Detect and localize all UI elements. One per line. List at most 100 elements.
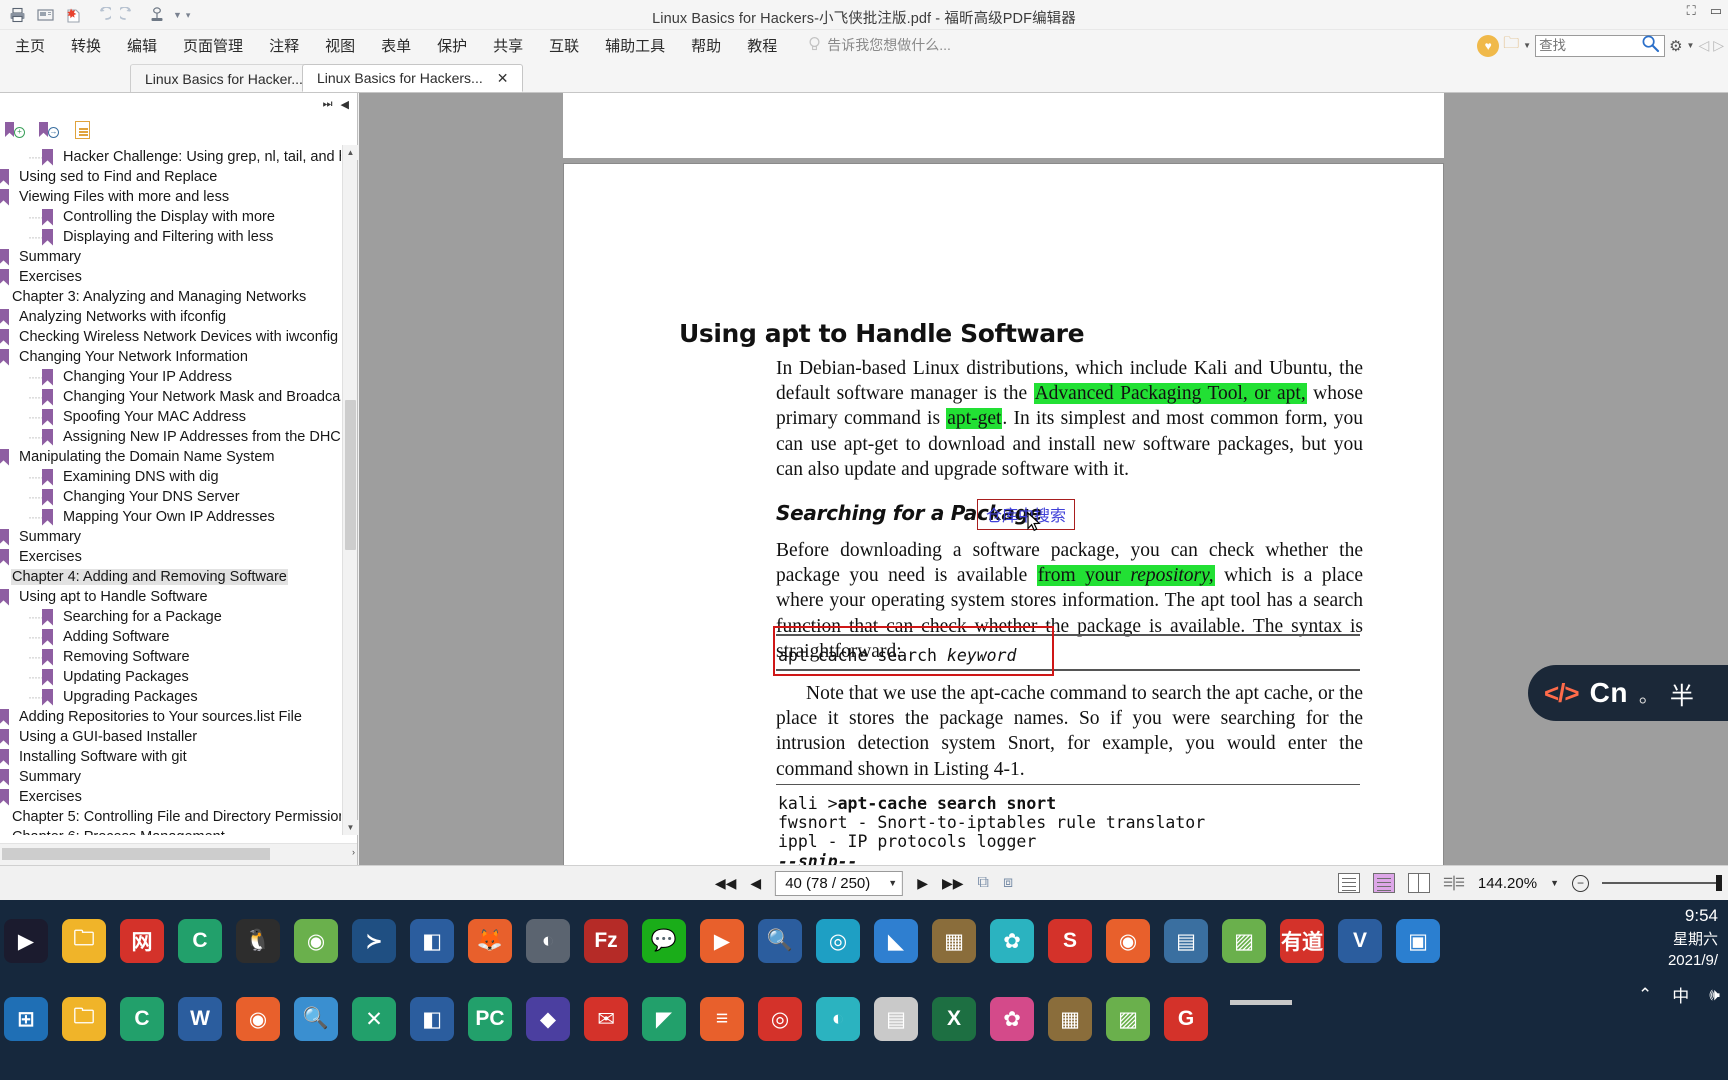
bookmark-item[interactable]: Using a GUI-based Installer xyxy=(0,727,341,747)
bookmark-item[interactable]: Using apt to Handle Software xyxy=(0,587,341,607)
bookmark-item[interactable]: Summary xyxy=(0,247,341,267)
next-page-icon[interactable]: ▶ xyxy=(917,875,928,892)
bookmark-item[interactable]: ····· Upgrading Packages xyxy=(0,687,341,707)
menu-convert[interactable]: 转换 xyxy=(58,33,114,58)
goto-bookmark-icon[interactable]: → xyxy=(39,120,59,140)
bookmark-item[interactable]: ····· Hacker Challenge: Using grep, nl, t… xyxy=(0,147,341,167)
syntax-highlight-box[interactable] xyxy=(773,626,1054,676)
taskbar-app-v[interactable]: V xyxy=(1338,919,1382,963)
document-viewport[interactable]: Using apt to Handle Software In Debian-b… xyxy=(359,93,1728,865)
bookmark-item[interactable]: ····· Adding Software xyxy=(0,627,341,647)
folder-search-icon[interactable]: 🗀 xyxy=(1503,32,1519,59)
menu-view[interactable]: 视图 xyxy=(312,33,368,58)
panel-vertical-scrollbar[interactable]: ▲ ▼ xyxy=(342,145,358,835)
zoom-slider[interactable] xyxy=(1602,875,1722,891)
search-icon[interactable] xyxy=(1641,34,1660,57)
menu-accessibility[interactable]: 辅助工具 xyxy=(592,33,678,58)
taskbar-app-blue[interactable]: ◧ xyxy=(410,919,454,963)
menu-edit[interactable]: 编辑 xyxy=(114,33,170,58)
taskbar-start[interactable]: ▶ xyxy=(4,919,48,963)
gear-icon[interactable]: ⚙ xyxy=(1669,37,1682,55)
tab-document-1[interactable]: Linux Basics for Hacker... xyxy=(130,64,318,92)
bookmark-item[interactable]: ····· Removing Software xyxy=(0,647,341,667)
taskbar2-chrome[interactable]: ◉ xyxy=(236,997,280,1041)
taskbar2-app-c[interactable]: C xyxy=(120,997,164,1041)
bookmark-item[interactable]: Chapter 4: Adding and Removing Software xyxy=(0,567,341,587)
taskbar2-app-circ[interactable]: ◎ xyxy=(758,997,802,1041)
taskbar2-app-purple[interactable]: ◆ xyxy=(526,997,570,1041)
menu-help[interactable]: 帮助 xyxy=(678,33,734,58)
last-page-icon[interactable]: ▶▶ xyxy=(942,875,964,892)
bookmark-item[interactable]: Installing Software with git xyxy=(0,747,341,767)
tell-me-box[interactable]: 告诉我您想做什么... xyxy=(808,35,951,55)
folder-search-caret[interactable]: ▼ xyxy=(1523,41,1531,50)
bookmark-item[interactable]: Chapter 3: Analyzing and Managing Networ… xyxy=(0,287,341,307)
code-icon[interactable]: </> xyxy=(1544,678,1580,709)
first-page-icon[interactable]: ◀◀ xyxy=(715,875,737,892)
menu-connect[interactable]: 互联 xyxy=(536,33,592,58)
fit-page-icon[interactable]: ⧉ xyxy=(978,874,989,892)
ime-punctuation-toggle[interactable]: 。 xyxy=(1639,679,1659,708)
bookmark-list[interactable]: ····· Hacker Challenge: Using grep, nl, t… xyxy=(0,145,341,835)
continuous-view[interactable] xyxy=(1372,873,1395,893)
nav-back-icon[interactable]: ◁ xyxy=(1698,37,1709,54)
taskbar-search[interactable]: 🔍 xyxy=(758,919,802,963)
menu-form[interactable]: 表单 xyxy=(368,33,424,58)
add-bookmark-icon[interactable]: + xyxy=(5,120,25,140)
taskbar2-foxit2[interactable]: ▨ xyxy=(1106,997,1150,1041)
taskbar-foxit[interactable]: ▨ xyxy=(1222,919,1266,963)
scroll-down-icon[interactable]: ▼ xyxy=(343,820,358,835)
bookmark-item[interactable]: Changing Your Network Information xyxy=(0,347,341,367)
system-tray-clock[interactable]: 9:54 星期六 2021/9/ xyxy=(1668,904,1718,972)
ime-lang-indicator[interactable]: 中 xyxy=(1672,982,1689,1007)
bookmark-item[interactable]: Using sed to Find and Replace xyxy=(0,167,341,187)
bookmark-item[interactable]: Chapter 6: Process Management xyxy=(0,827,341,835)
bookmark-item[interactable]: ····· Changing Your DNS Server xyxy=(0,487,341,507)
chevron-down-icon[interactable]: ▼ xyxy=(888,878,897,888)
taskbar-app-cyan[interactable]: ◎ xyxy=(816,919,860,963)
bookmark-item[interactable]: Exercises xyxy=(0,547,341,567)
taskbar2-app-g[interactable]: G xyxy=(1164,997,1208,1041)
taskbar2-app-pink[interactable]: ✿ xyxy=(990,997,1034,1041)
annotation-textbox[interactable]: 仓库中搜索 xyxy=(977,499,1076,530)
gear-caret[interactable]: ▼ xyxy=(1687,41,1695,50)
taskbar2-app-note[interactable]: ▤ xyxy=(874,997,918,1041)
ime-language-label[interactable]: Cn xyxy=(1590,677,1628,709)
taskbar-filezilla[interactable]: Fz xyxy=(584,919,628,963)
taskbar-app-c[interactable]: C xyxy=(178,919,222,963)
menu-protect[interactable]: 保护 xyxy=(424,33,480,58)
taskbar-app-teal[interactable]: ✿ xyxy=(990,919,1034,963)
taskbar-app-orange[interactable]: ▶ xyxy=(700,919,744,963)
close-icon[interactable]: ✕ xyxy=(497,70,509,87)
bookmark-item[interactable]: Exercises xyxy=(0,787,341,807)
taskbar-app-green[interactable]: ◉ xyxy=(294,919,338,963)
bookmark-item[interactable]: ····· Changing Your Network Mask and Broa… xyxy=(0,387,341,407)
scroll-up-icon[interactable]: ▲ xyxy=(343,145,358,160)
bookmark-item[interactable]: Exercises xyxy=(0,267,341,287)
bookmark-item[interactable]: ····· Mapping Your Own IP Addresses xyxy=(0,507,341,527)
bookmark-item[interactable]: Viewing Files with more and less xyxy=(0,187,341,207)
scroll-thumb[interactable] xyxy=(345,400,356,550)
taskbar2-app-red[interactable]: ✉ xyxy=(584,997,628,1041)
collapse-panel-icon[interactable]: ◀ xyxy=(341,98,349,111)
taskbar-firefox[interactable]: 🦊 xyxy=(468,919,512,963)
bookmark-item[interactable]: ····· Displaying and Filtering with less xyxy=(0,227,341,247)
taskbar2-start[interactable]: ⊞ xyxy=(4,997,48,1041)
zoom-out-icon[interactable]: − xyxy=(1572,874,1589,892)
zoom-dropdown-caret[interactable]: ▼ xyxy=(1550,878,1559,888)
taskbar-app-doc[interactable]: ▤ xyxy=(1164,919,1208,963)
bookmark-item[interactable]: Analyzing Networks with ifconfig xyxy=(0,307,341,327)
two-page-continuous-view[interactable] xyxy=(1443,873,1465,893)
prev-page-icon[interactable]: ◀ xyxy=(750,875,761,892)
menu-home[interactable]: 主页 xyxy=(2,33,58,58)
bookmark-item[interactable]: ····· Examining DNS with dig xyxy=(0,467,341,487)
taskbar2-xmind[interactable]: ✕ xyxy=(352,997,396,1041)
taskbar-library[interactable]: ▦ xyxy=(932,919,976,963)
minimize-icon[interactable]: ▭ xyxy=(1710,3,1722,19)
restore-icon[interactable]: ⛶ xyxy=(1687,3,1696,19)
taskbar2-pycharm[interactable]: PC xyxy=(468,997,512,1041)
two-page-view[interactable] xyxy=(1407,873,1430,893)
hscroll-more[interactable]: › xyxy=(352,847,355,857)
taskbar2-app-cyan2[interactable]: ◐ xyxy=(816,997,860,1041)
taskbar-wechat[interactable]: 💬 xyxy=(642,919,686,963)
